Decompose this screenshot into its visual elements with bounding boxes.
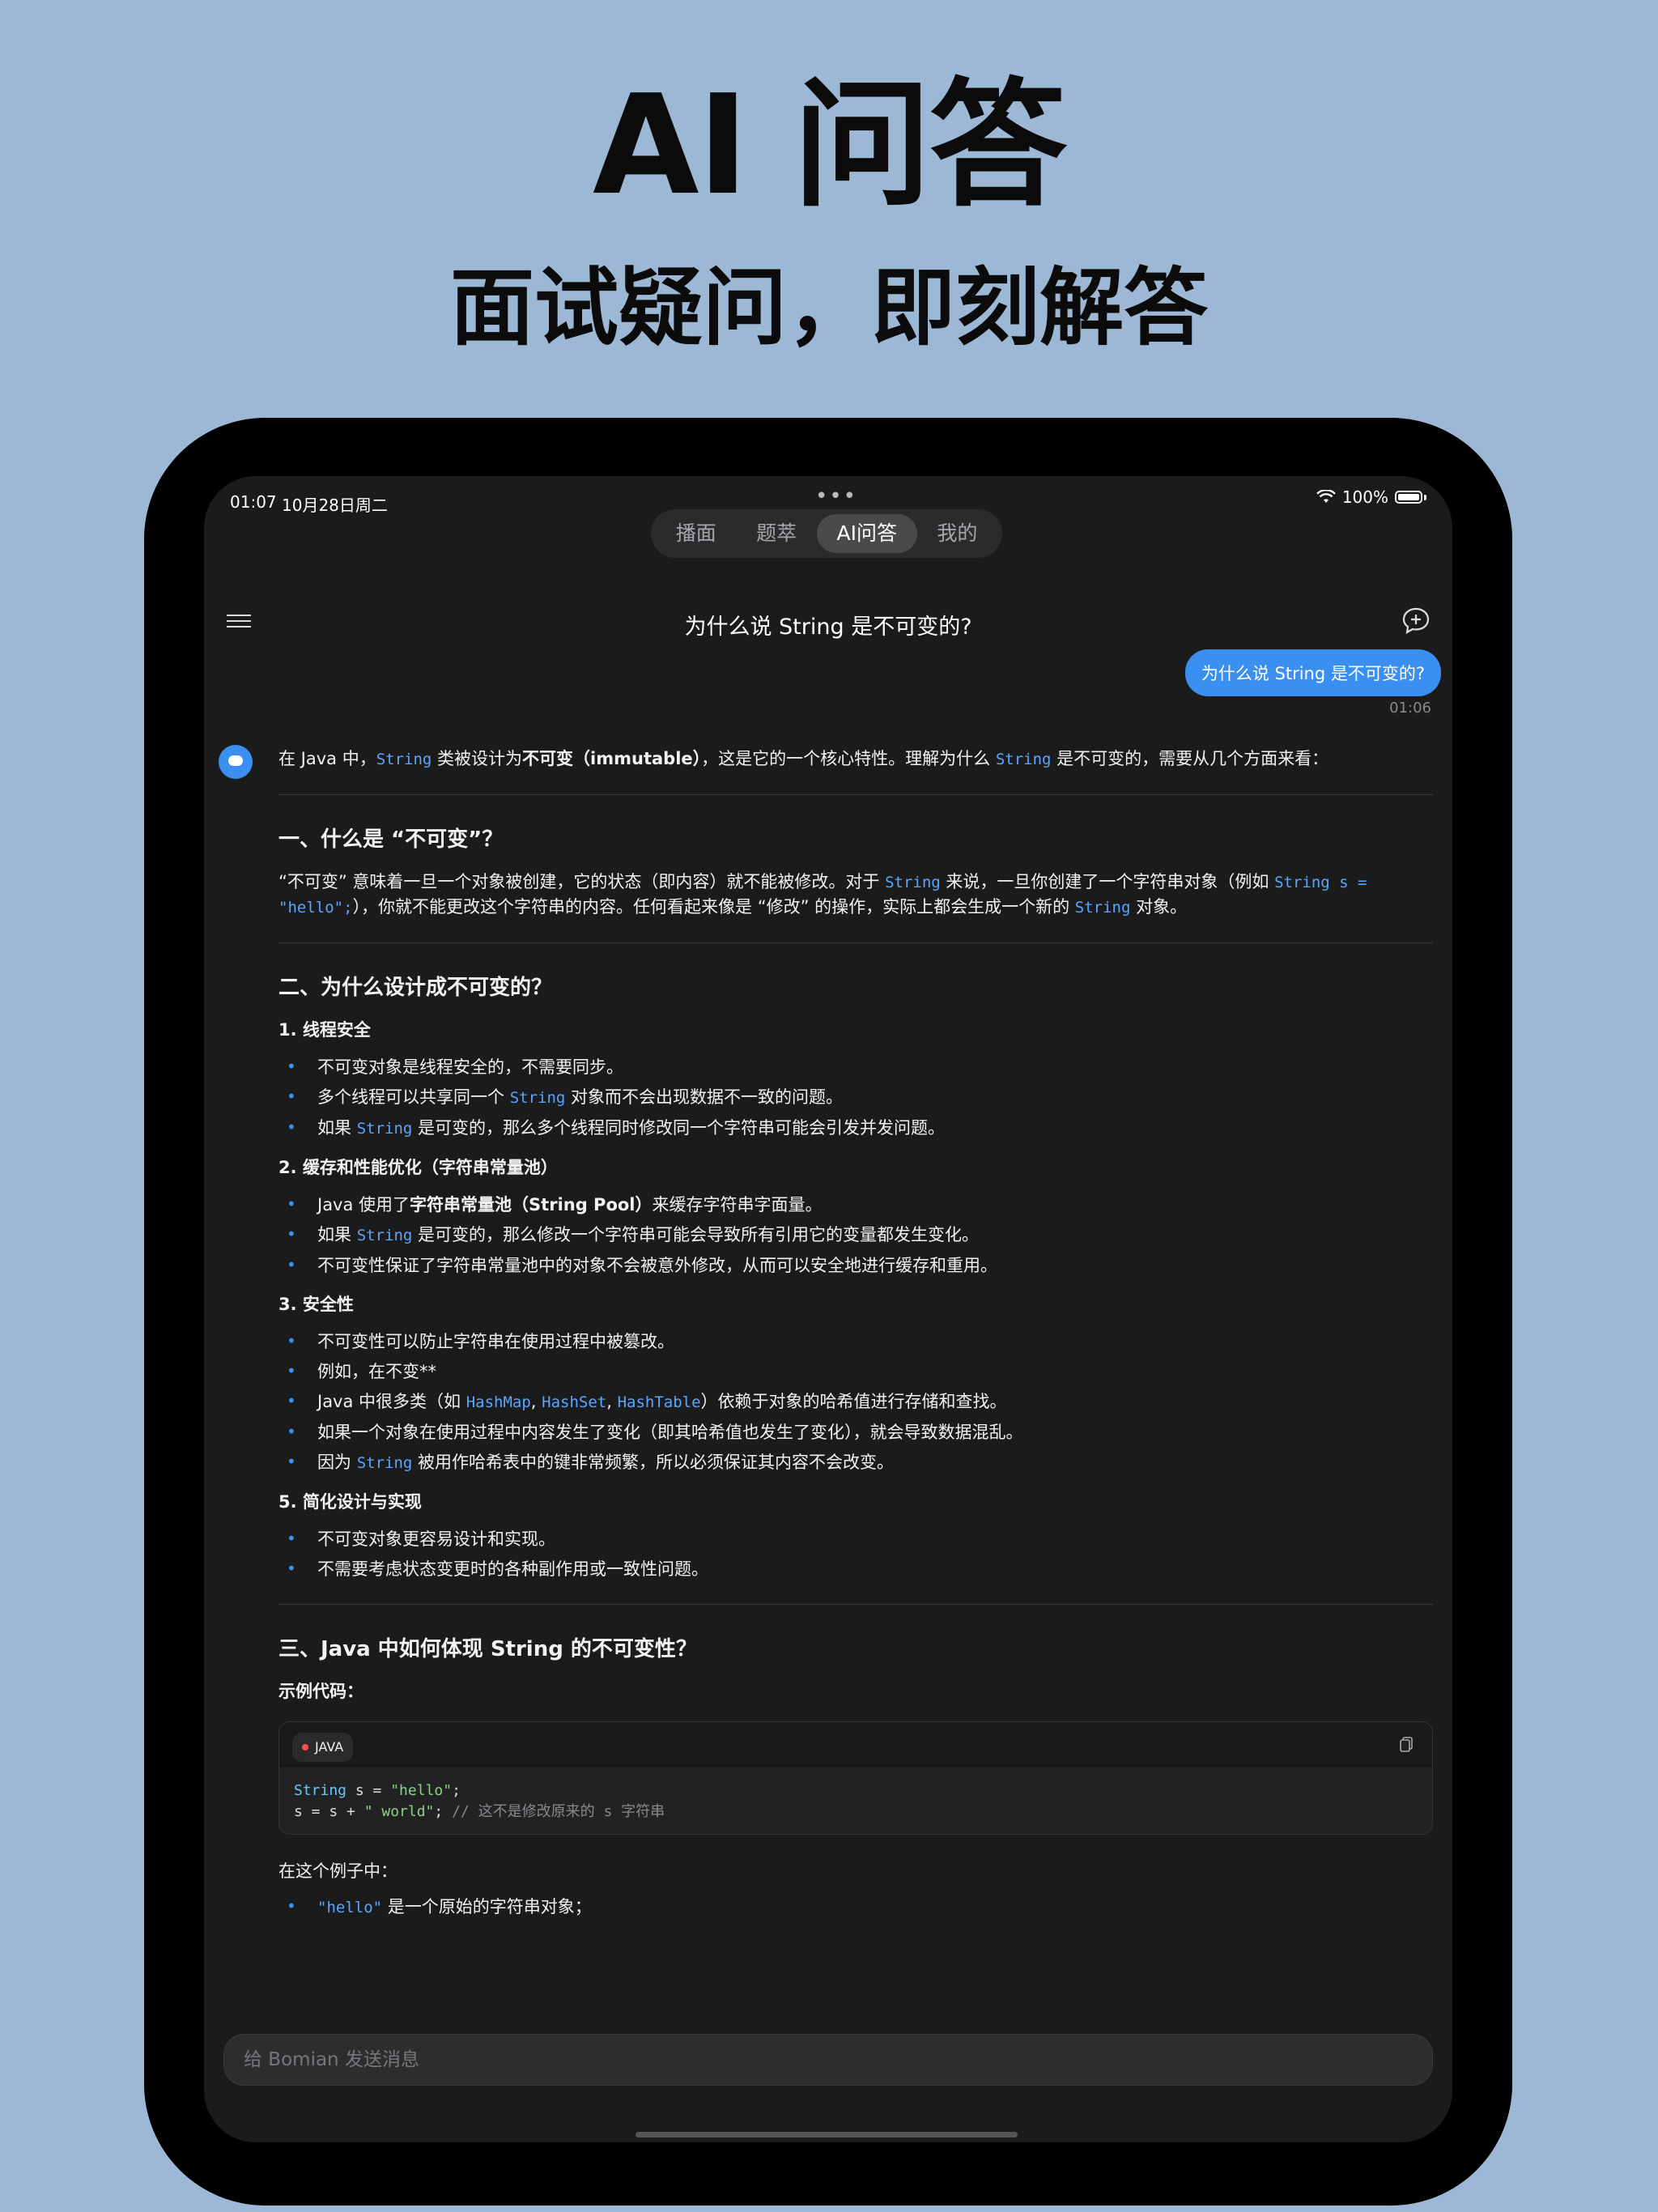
hero-subtitle: 面试疑问，即刻解答 [449,258,1208,357]
divider [278,942,1433,943]
composer-area: 给 Bomian 发送消息 [204,2021,1452,2142]
battery-icon [1395,491,1422,504]
bullet-list: 不可变对象更容易设计和实现。 不需要考虑状态变更时的各种副作用或一致性问题。 [278,1526,1433,1581]
tab-bomian[interactable]: 播面 [656,514,736,553]
multitasking-dots[interactable]: ••• [815,484,857,508]
code-line: String s = "hello"; [294,1782,461,1799]
code-line: s = s + " world"; // 这不是修改原来的 s 字符串 [294,1803,665,1820]
chat-title: 为什么说 String 是不可变的? [684,615,972,640]
bullet-list: "hello" 是一个原始的字符串对象； [278,1894,1433,1920]
bullet-list: Java 使用了字符串常量池（String Pool）来缓存字符串字面量。 如果… [278,1192,1433,1278]
tab-ticui[interactable]: 题萃 [736,514,816,553]
tab-mine[interactable]: 我的 [917,514,997,553]
message-input[interactable]: 给 Bomian 发送消息 [223,2034,1433,2086]
battery-tip [1424,494,1426,500]
tablet-frame: 01:07 10月28日周二 ••• 100% 播面 题萃 AI问答 我的 为什… [144,418,1512,2206]
code-block-header: JAVA [279,1722,1432,1767]
list-item: 如果 String 是可变的，那么多个线程同时修改同一个字符串可能会引发并发问题… [278,1115,1433,1141]
list-item: 因为 String 被用作哈希表中的键非常频繁，所以必须保证其内容不会改变。 [278,1449,1433,1475]
subsection-heading: 5. 简化设计与实现 [278,1492,422,1512]
status-time: 01:07 [230,492,277,512]
list-item: "hello" 是一个原始的字符串对象； [278,1894,1433,1920]
new-chat-icon[interactable] [1401,606,1431,636]
bullet-list: 不可变对象是线程安全的，不需要同步。 多个线程可以共享同一个 String 对象… [278,1054,1433,1141]
app-screen: 01:07 10月28日周二 ••• 100% 播面 题萃 AI问答 我的 为什… [204,476,1452,2142]
status-right: 100% [1316,487,1426,507]
wifi-icon [1316,490,1336,503]
section-paragraph: “不可变” 意味着一旦一个对象被创建，它的状态（即内容）就不能被修改。对于 St… [278,872,1367,917]
chat-header: 为什么说 String 是不可变的? [204,598,1452,646]
list-item: Java 使用了字符串常量池（String Pool）来缓存字符串字面量。 [278,1192,1433,1217]
user-message-time: 01:06 [1389,700,1431,717]
subsection-heading: 2. 缓存和性能优化（字符串常量池） [278,1158,558,1177]
home-indicator[interactable] [636,2132,1018,2138]
code-content: String s = "hello"; s = s + " world"; //… [279,1767,1432,1834]
section-heading: 二、为什么设计成不可变的？ [278,976,553,1000]
language-badge: JAVA [292,1733,354,1762]
battery-percent: 100% [1341,487,1388,507]
code-block: JAVA String s = "hello"; s = s + " world… [278,1721,1433,1835]
tab-ai-qa[interactable]: AI问答 [816,514,917,553]
list-item: Java 中很多类（如 HashMap, HashSet, HashTable）… [278,1389,1433,1414]
subsection-heading: 3. 安全性 [278,1295,354,1314]
language-dot-icon [302,1744,308,1750]
section-heading: 一、什么是 “不可变”？ [278,827,504,852]
subsection-heading: 1. 线程安全 [278,1020,371,1040]
list-item: 不可变对象更容易设计和实现。 [278,1526,1433,1551]
list-item: 不可变对象是线程安全的，不需要同步。 [278,1054,1433,1079]
status-date: 10月28日周二 [282,496,388,515]
list-item: 如果一个对象在使用过程中内容发生了变化（即其哈希值也发生了变化），就会导致数据混… [278,1419,1433,1444]
list-item: 不可变性保证了字符串常量池中的对象不会被意外修改，从而可以安全地进行缓存和重用。 [278,1253,1433,1278]
hero-title: AI 问答 [592,66,1067,226]
divider [278,794,1433,795]
copy-icon[interactable] [1398,1735,1416,1753]
divider [278,1604,1433,1605]
assistant-avatar-icon [219,745,253,779]
list-item: 例如，在不变** [278,1359,1433,1384]
example-label: 示例代码： [278,1682,363,1701]
answer-intro: 在 Java 中，String 类被设计为不可变（immutable），这是它的… [278,749,1329,768]
section-heading: 三、Java 中如何体现 String 的不可变性？ [278,1637,697,1661]
assistant-answer: 在 Java 中，String 类被设计为不可变（immutable），这是它的… [278,747,1433,1925]
after-code-text: 在这个例子中： [278,1861,397,1881]
user-message-bubble: 为什么说 String 是不可变的? [1184,649,1441,696]
list-item: 不可变性可以防止字符串在使用过程中被篡改。 [278,1329,1433,1354]
tab-bar: 播面 题萃 AI问答 我的 [651,509,1002,558]
list-item: 多个线程可以共享同一个 String 对象而不会出现数据不一致的问题。 [278,1084,1433,1110]
list-item: 如果 String 是可变的，那么修改一个字符串可能会导致所有引用它的变量都发生… [278,1222,1433,1248]
list-item: 不需要考虑状态变更时的各种副作用或一致性问题。 [278,1556,1433,1581]
bullet-list: 不可变性可以防止字符串在使用过程中被篡改。 例如，在不变** Java 中很多类… [278,1329,1433,1475]
